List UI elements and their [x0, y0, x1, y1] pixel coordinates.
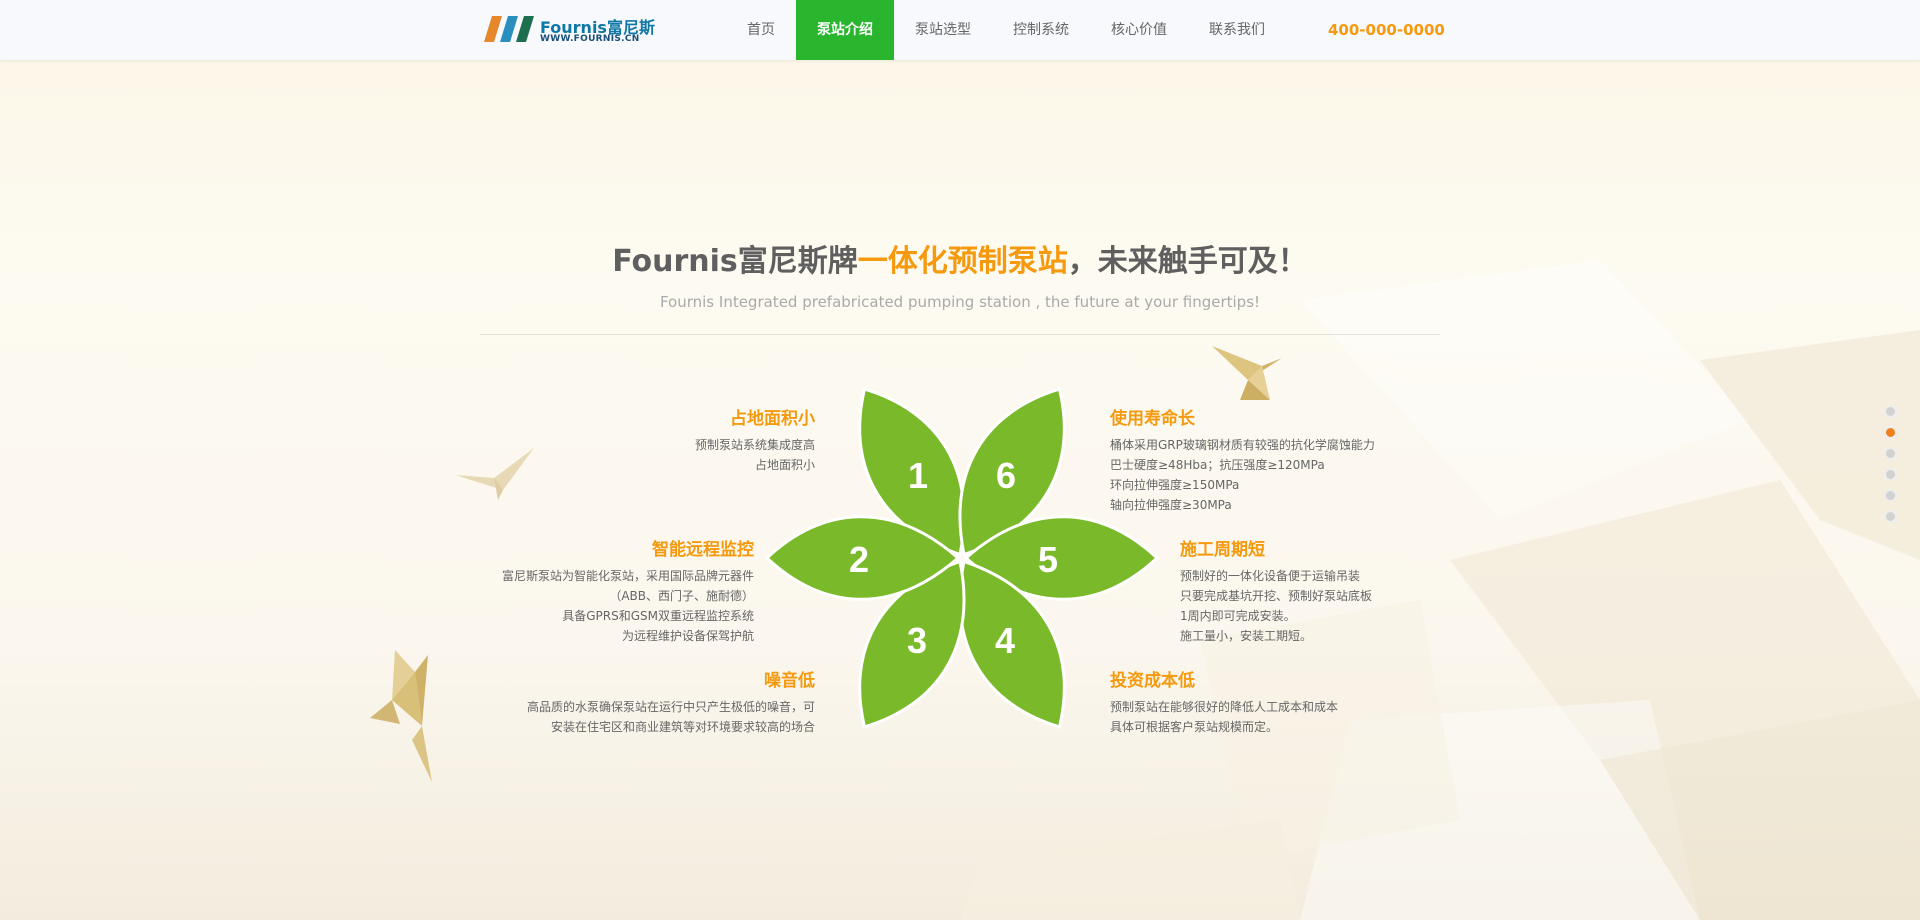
pagination-dot[interactable]: [1884, 405, 1897, 418]
feature-line: 桶体采用GRP玻璃钢材质有较强的抗化学腐蚀能力: [1110, 438, 1375, 452]
feature-line: 为远程维护设备保驾护航: [621, 629, 754, 643]
feature-flower: 1 6 5 4 3 2: [764, 387, 1160, 729]
feature-line: 预制好的一体化设备便于运输吊装: [1180, 569, 1361, 583]
feature-title: 施工周期短: [1180, 540, 1265, 560]
logo[interactable]: Fournis富尼斯 WWW.FOURNIS.CN: [484, 14, 655, 48]
nav-home[interactable]: 首页: [726, 0, 796, 60]
page-title: Fournis富尼斯牌一体化预制泵站，未来触手可及！: [0, 236, 1920, 280]
paper-crane-icon: [455, 448, 534, 500]
nav-control-system[interactable]: 控制系统: [992, 0, 1090, 60]
feature-line: 轴向拉伸强度≥30MPa: [1110, 498, 1232, 512]
feature-line: 具备GPRS和GSM双重远程监控系统: [562, 609, 754, 623]
section-pagination: [1884, 405, 1898, 531]
feature-line: 富尼斯泵站为智能化泵站，采用国际品牌元器件: [501, 569, 754, 583]
feature-title: 噪音低: [764, 671, 815, 691]
feature-line: 预制泵站系统集成度高: [694, 438, 815, 452]
logo-url: WWW.FOURNIS.CN: [540, 34, 640, 44]
feature-low-investment: 投资成本低 预制泵站在能够很好的降低人工成本和成本 具体可根据客户泵站规模而定。: [1110, 666, 1338, 737]
feature-short-construction: 施工周期短 预制好的一体化设备便于运输吊装 只要完成基坑开挖、预制好泵站底板 1…: [1180, 535, 1372, 646]
nav-station-intro[interactable]: 泵站介绍: [796, 0, 894, 60]
feature-line: 巴士硬度≥48Hba；抗压强度≥120MPa: [1110, 458, 1325, 472]
title-prefix: Fournis富尼斯牌: [612, 244, 858, 279]
feature-title: 智能远程监控: [652, 540, 754, 560]
petal-label-2: 2: [849, 539, 869, 580]
feature-line: 预制泵站在能够很好的降低人工成本和成本: [1110, 700, 1339, 714]
petal-label-6: 6: [996, 455, 1016, 496]
petal-label-5: 5: [1038, 539, 1058, 580]
title-accent: 一体化预制泵站: [857, 244, 1068, 279]
feature-title: 投资成本低: [1110, 671, 1195, 691]
petal-label-3: 3: [907, 620, 927, 661]
nav-station-selection[interactable]: 泵站选型: [894, 0, 992, 60]
feature-line: 具体可根据客户泵站规模而定。: [1110, 720, 1279, 734]
feature-line: 1周内即可完成安装。: [1180, 609, 1296, 623]
pagination-dot[interactable]: [1884, 468, 1897, 481]
feature-line: （ABB、西门子、施耐德）: [609, 589, 754, 603]
feature-remote-monitoring: 智能远程监控 富尼斯泵站为智能化泵站，采用国际品牌元器件 （ABB、西门子、施耐…: [502, 535, 754, 646]
feature-long-life: 使用寿命长 桶体采用GRP玻璃钢材质有较强的抗化学腐蚀能力 巴士硬度≥48Hba…: [1110, 404, 1375, 515]
main-nav: 首页 泵站介绍 泵站选型 控制系统 核心价值 联系我们: [726, 0, 1286, 60]
phone-number[interactable]: 400-000-0000: [1328, 0, 1445, 60]
paper-crane-icon: [370, 650, 432, 782]
logo-mark-icon: [484, 16, 534, 42]
feature-line: 施工量小，安装工期短。: [1180, 629, 1313, 643]
feature-line: 安装在住宅区和商业建筑等对环境要求较高的场合: [550, 720, 815, 734]
page-subtitle: Fournis Integrated prefabricated pumping…: [659, 293, 1261, 311]
petal-label-4: 4: [995, 620, 1015, 661]
feature-small-footprint: 占地面积小 预制泵站系统集成度高 占地面积小: [695, 404, 815, 475]
feature-line: 只要完成基坑开挖、预制好泵站底板: [1180, 589, 1373, 603]
feature-low-noise: 噪音低 高品质的水泵确保泵站在运行中只产生极低的噪音，可 安装在住宅区和商业建筑…: [527, 666, 815, 737]
nav-core-value[interactable]: 核心价值: [1090, 0, 1188, 60]
feature-title: 占地面积小: [730, 409, 815, 429]
pagination-dot[interactable]: [1884, 510, 1897, 523]
pagination-dot[interactable]: [1884, 447, 1897, 460]
nav-contact[interactable]: 联系我们: [1188, 0, 1286, 60]
petal-label-1: 1: [908, 455, 928, 496]
feature-title: 使用寿命长: [1110, 409, 1195, 429]
pagination-dot[interactable]: [1884, 489, 1897, 502]
feature-line: 占地面积小: [754, 458, 815, 472]
title-suffix: ，未来触手可及！: [1067, 244, 1308, 279]
site-header: Fournis富尼斯 WWW.FOURNIS.CN 首页 泵站介绍 泵站选型 控…: [0, 0, 1920, 60]
feature-line: 环向拉伸强度≥150MPa: [1110, 478, 1240, 492]
feature-line: 高品质的水泵确保泵站在运行中只产生极低的噪音，可: [526, 700, 815, 714]
pagination-dot-active[interactable]: [1884, 426, 1897, 439]
paper-crane-icon: [1212, 346, 1282, 400]
divider: [480, 334, 1440, 335]
